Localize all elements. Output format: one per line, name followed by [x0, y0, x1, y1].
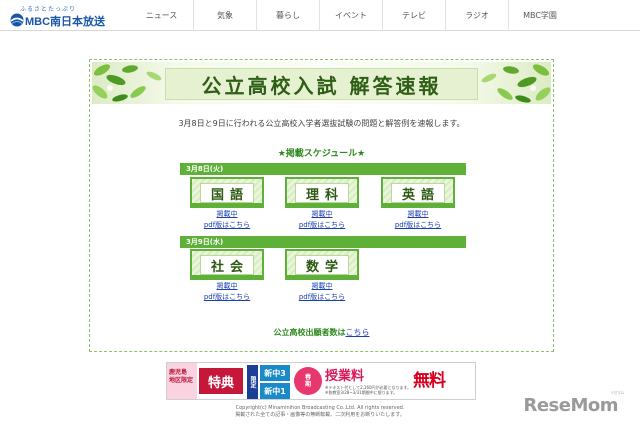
subject-name: 国語 [200, 183, 254, 203]
ad-note: ※テキスト代として2,160円が必要となります。 ※各教室3/28~3/31期間… [325, 385, 412, 395]
subject-card-shakai: 社会 掲載中 pdf版はこちら [188, 249, 266, 302]
status-link[interactable]: 掲載中 [379, 210, 457, 219]
resemom-watermark: ReseMom リセマム [523, 390, 624, 416]
button-stripe [287, 203, 357, 206]
mbc-logo[interactable]: ふるさとたっぷり MBC南日本放送 [8, 4, 120, 28]
schedule-title: ★掲載スケジュール★ [277, 149, 366, 159]
day-header: 3月8日(火) [180, 163, 466, 175]
subject-name: 理科 [295, 183, 349, 203]
status-link[interactable]: 掲載中 [283, 210, 361, 219]
leaves-decoration-icon [481, 64, 551, 103]
subject-card-rika: 理科 掲載中 pdf版はこちら [283, 177, 361, 230]
nav-item-radio[interactable]: ラジオ [445, 0, 508, 31]
subject-button-sugaku[interactable]: 数学 [285, 249, 359, 280]
pdf-link[interactable]: pdf版はこちら [283, 293, 361, 302]
ad-grade-badge: 新中1 [260, 383, 290, 399]
pdf-link[interactable]: pdf版はこちら [188, 221, 266, 230]
pdf-link[interactable]: pdf版はこちら [188, 293, 266, 302]
subject-name: 社会 [200, 255, 254, 275]
button-stripe [287, 275, 357, 278]
button-stripe [383, 203, 453, 206]
nav-item-news[interactable]: ニュース [130, 0, 193, 31]
main-nav: ニュース 気象 暮らし イベント テレビ ラジオ MBC学園 [130, 0, 571, 31]
ad-fee-text: 授業料 [325, 369, 365, 384]
ad-grade-badge: 新中3 [260, 365, 290, 381]
subject-card-sugaku: 数学 掲載中 pdf版はこちら [283, 249, 361, 302]
ad-tokuten: 特典 [199, 368, 243, 394]
ad-season-badge: 春 期 [294, 367, 322, 395]
status-link[interactable]: 掲載中 [283, 282, 361, 291]
title-banner: 公立高校入試 解答速報 [92, 62, 551, 104]
button-stripe [192, 275, 262, 278]
subject-name: 英語 [391, 183, 445, 203]
status-link[interactable]: 掲載中 [188, 282, 266, 291]
subject-button-eigo[interactable]: 英語 [381, 177, 455, 208]
pdf-link[interactable]: pdf版はこちら [283, 221, 361, 230]
subject-card-eigo: 英語 掲載中 pdf版はこちら [379, 177, 457, 230]
ad-free-text: 無料 [413, 371, 446, 391]
logo-tagline: ふるさとたっぷり [20, 6, 77, 13]
subject-button-rika[interactable]: 理科 [285, 177, 359, 208]
applicants-link[interactable]: こちら [346, 328, 370, 337]
pdf-link[interactable]: pdf版はこちら [379, 221, 457, 230]
page-title: 公立高校入試 解答速報 [201, 73, 442, 98]
watermark-text: ReseMom [523, 395, 618, 416]
subject-button-kokugo[interactable]: 国語 [190, 177, 264, 208]
intro-text: 3月8日と9日に行われる公立高校入学者選抜試験の問題と解答例を速報します。 [178, 119, 465, 128]
subject-card-kokugo: 国語 掲載中 pdf版はこちら [188, 177, 266, 230]
banner-title-box: 公立高校入試 解答速報 [165, 68, 478, 100]
logo-name: MBC南日本放送 [25, 16, 106, 28]
logo-mark-icon [10, 13, 24, 27]
nav-item-events[interactable]: イベント [319, 0, 382, 31]
ad-region-text: 鹿児島 地区限定 [169, 369, 194, 384]
applicants-label: 公立高校出願者数は [273, 328, 346, 337]
subject-name: 数学 [295, 255, 349, 275]
exam-answers-panel: 公立高校入試 解答速報 3月8日と9日に行われる公立高校入学者選抜試験の問題と解… [89, 59, 554, 352]
button-stripe [192, 203, 262, 206]
ad-gentei: 限定 [247, 365, 258, 399]
nav-item-life[interactable]: 暮らし [256, 0, 319, 31]
day-header: 3月9日(水) [180, 236, 466, 248]
nav-item-mbc-gakuen[interactable]: MBC学園 [508, 0, 571, 31]
site-header: ふるさとたっぷり MBC南日本放送 ニュース 気象 暮らし イベント テレビ ラ… [0, 0, 640, 31]
subject-button-shakai[interactable]: 社会 [190, 249, 264, 280]
watermark-ruby: リセマム [610, 390, 625, 395]
leaves-decoration-icon [92, 64, 162, 102]
status-link[interactable]: 掲載中 [188, 210, 266, 219]
ad-banner[interactable]: 鹿児島 地区限定 特典 限定 新中3 新中1 春 期 授業料 ※テキスト代として… [166, 362, 476, 400]
nav-item-tv[interactable]: テレビ [382, 0, 445, 31]
nav-item-weather[interactable]: 気象 [193, 0, 256, 31]
applicants-count-line: 公立高校出願者数はこちら [90, 327, 553, 338]
